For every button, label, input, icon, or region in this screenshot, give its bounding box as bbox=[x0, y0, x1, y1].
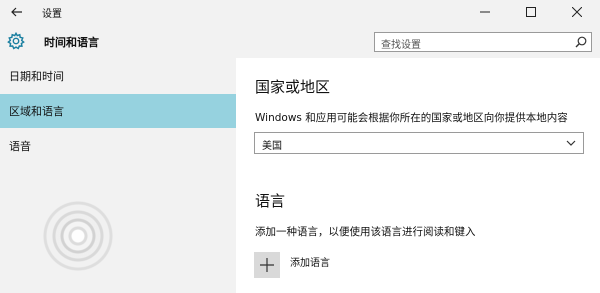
sidebar-item-label: 语音 bbox=[9, 140, 31, 153]
back-arrow-icon bbox=[11, 7, 22, 17]
plus-icon bbox=[260, 258, 274, 272]
region-dropdown[interactable]: 美国 bbox=[254, 132, 584, 154]
language-section-title: 语言 bbox=[255, 192, 286, 210]
language-description: 添加一种语言，以便使用该语言进行阅读和键入 bbox=[255, 226, 476, 238]
chevron-down-icon bbox=[566, 140, 576, 146]
minimize-button[interactable] bbox=[462, 0, 508, 24]
close-button[interactable] bbox=[554, 0, 600, 24]
maximize-button[interactable] bbox=[508, 0, 554, 24]
back-button[interactable] bbox=[0, 0, 34, 24]
search-icon[interactable] bbox=[575, 36, 587, 48]
sidebar-item-region-language[interactable]: 区域和语言 bbox=[0, 94, 236, 128]
maximize-icon bbox=[526, 7, 536, 17]
window-title: 设置 bbox=[42, 9, 62, 20]
sidebar-item-label: 区域和语言 bbox=[9, 105, 64, 118]
region-section-title: 国家或地区 bbox=[255, 78, 331, 96]
sidebar-item-label: 日期和时间 bbox=[9, 70, 64, 83]
decorative-swirl-image bbox=[32, 190, 124, 282]
gear-icon bbox=[7, 32, 25, 50]
close-icon bbox=[572, 7, 582, 17]
add-language-label[interactable]: 添加语言 bbox=[290, 254, 330, 269]
minimize-icon bbox=[480, 11, 490, 13]
region-selected-value: 美国 bbox=[262, 141, 282, 152]
search-input[interactable] bbox=[375, 36, 565, 55]
title-bar: 设置 bbox=[0, 0, 600, 24]
sidebar-item-date-time[interactable]: 日期和时间 bbox=[0, 59, 236, 93]
add-language-button[interactable] bbox=[254, 252, 280, 278]
page-title: 时间和语言 bbox=[44, 36, 99, 49]
sidebar-item-speech[interactable]: 语音 bbox=[0, 129, 236, 163]
search-box[interactable] bbox=[374, 32, 592, 55]
region-description: Windows 和应用可能会根据你所在的国家或地区向你提供本地内容 bbox=[255, 112, 568, 124]
